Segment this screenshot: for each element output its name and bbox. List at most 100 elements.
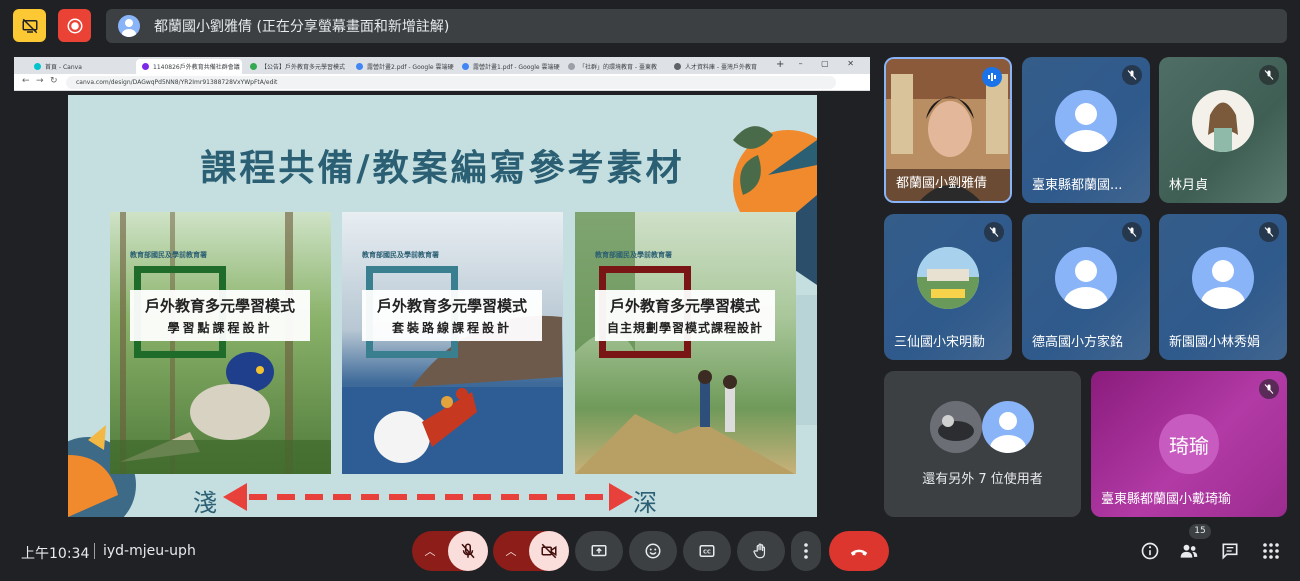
hide-self-view-button[interactable] (13, 9, 46, 42)
browser-tab[interactable]: 「社群」的環境教育 - 臺東教 (562, 59, 666, 74)
avatar (930, 401, 982, 453)
tab-favicon-icon (674, 63, 681, 70)
more-options-button[interactable] (791, 531, 821, 571)
emoji-icon (645, 543, 661, 559)
reload-icon[interactable]: ↻ (50, 76, 58, 86)
people-icon (1180, 544, 1198, 558)
participant-name: 臺東縣都蘭國... (1032, 178, 1123, 193)
book-publisher: 教育部國民及學前教育署 (362, 251, 439, 259)
new-tab-icon[interactable]: + (776, 59, 784, 70)
book-publisher: 教育部國民及學前教育署 (595, 251, 672, 259)
avatar (1192, 247, 1254, 310)
camera-toggle-button[interactable] (529, 531, 569, 571)
clock: 上午10:34 (21, 546, 90, 562)
microphone-control[interactable]: ︿ (412, 531, 488, 571)
browser-tab[interactable]: 首頁 - Canva (28, 59, 134, 74)
present-screen-icon (591, 545, 607, 557)
present-screen-button[interactable] (575, 531, 623, 571)
avatar (1055, 247, 1117, 310)
participant-name: 德高國小方家銘 (1032, 335, 1124, 350)
book-subtitle: 套裝路線課程設計 (391, 321, 512, 335)
mic-off-indicator (1259, 379, 1279, 399)
presenting-text: 都蘭國小劉雅倩 (正在分享螢幕畫面和新增註解) (154, 19, 450, 35)
presentation-banner: 都蘭國小劉雅倩 (正在分享螢幕畫面和新增註解) (106, 9, 1287, 43)
mic-off-icon (1264, 384, 1274, 394)
audio-wave-icon (988, 73, 996, 81)
leave-call-button[interactable] (829, 531, 889, 571)
double-arrow-icon (223, 483, 633, 511)
others-count-text: 還有另外 7 位使用者 (922, 472, 1043, 487)
apps-grid-icon (1263, 543, 1279, 559)
presenter-avatar (118, 15, 140, 37)
raise-hand-button[interactable] (737, 531, 785, 571)
book-cover-3: 教育部國民及學前教育署 戶外教育多元學習模式 自主規劃學習模式課程設計 (575, 212, 796, 474)
book-title: 戶外教育多元學習模式 (376, 297, 527, 315)
book-subtitle: 學習點課程設計 (167, 321, 273, 335)
participant-tile[interactable]: 琦瑜 臺東縣都蘭國小戴琦瑜 (1091, 371, 1287, 517)
recording-button[interactable] (58, 9, 91, 42)
forward-icon[interactable]: → (36, 76, 44, 86)
browser-tab[interactable]: 【公告】戶外教育多元學習模式 (244, 59, 348, 74)
closed-captions-icon: CC (699, 545, 715, 557)
person-icon (1064, 103, 1108, 153)
people-button[interactable] (1177, 539, 1201, 563)
book-cover-1: 教育部國民及學前教育署 戶外教育多元學習模式 學習點課程設計 (110, 212, 331, 474)
mic-off-icon (1264, 70, 1274, 80)
person-icon (1201, 260, 1245, 310)
book-title: 戶外教育多元學習模式 (609, 297, 760, 315)
other-participants-tile[interactable]: 還有另外 7 位使用者 (884, 371, 1081, 517)
tab-favicon-icon (250, 63, 257, 70)
browser-tab-active[interactable]: 1140826戶外教育共備社群會議 (136, 59, 242, 74)
photo-avatar (930, 401, 982, 453)
url-field[interactable]: canva.com/design/DAGwqPd5NN8/YR2Imr91388… (66, 76, 836, 89)
meeting-details-button[interactable] (1138, 539, 1162, 563)
participant-name: 都蘭國小劉雅倩 (896, 176, 988, 191)
browser-tab[interactable]: 人才資料庫 - 臺灣戶外教育 (668, 59, 772, 74)
window-controls-icon[interactable]: – ▢ ✕ (799, 59, 862, 68)
participant-count-badge: 15 (1189, 524, 1211, 539)
back-icon[interactable]: ← (22, 76, 30, 86)
activities-button[interactable] (1259, 539, 1283, 563)
book-title-box: 戶外教育多元學習模式 套裝路線課程設計 (362, 290, 542, 341)
participant-tile[interactable]: 新園國小林秀娟 (1159, 214, 1287, 360)
tab-favicon-icon (356, 63, 363, 70)
mic-off-indicator (1122, 65, 1142, 85)
no-display-icon (22, 18, 37, 33)
person-icon (990, 412, 1026, 453)
book-title-box: 戶外教育多元學習模式 自主規劃學習模式課程設計 (595, 290, 775, 341)
mic-off-indicator (1259, 65, 1279, 85)
chat-button[interactable] (1218, 539, 1242, 563)
browser-tab[interactable]: 露營計畫1.pdf - Google 雲端硬碟 (456, 59, 560, 74)
participant-name: 臺東縣都蘭國小戴琦瑜 (1101, 492, 1232, 507)
chevron-up-icon[interactable]: ︿ (493, 543, 529, 559)
participant-tile[interactable]: 德高國小方家銘 (1022, 214, 1150, 360)
school-photo-avatar (917, 247, 979, 310)
book-publisher: 教育部國民及學前教育署 (130, 251, 207, 259)
book-cover-2: 教育部國民及學前教育署 戶外教育多元學習模式 套裝路線課程設計 (342, 212, 563, 474)
meeting-code[interactable]: iyd-mjeu-uph (103, 543, 196, 559)
avatar (1192, 90, 1254, 153)
participant-tile[interactable]: 三仙國小宋明勳 (884, 214, 1012, 360)
mic-off-indicator (984, 222, 1004, 242)
participant-tile[interactable]: 臺東縣都蘭國... (1022, 57, 1150, 203)
depth-deep-label: 深 (633, 489, 657, 517)
avatar (917, 247, 979, 310)
initials-avatar: 琦瑜 (1159, 414, 1219, 474)
mic-toggle-button[interactable] (448, 531, 488, 571)
tab-favicon-icon (462, 63, 469, 70)
chevron-up-icon[interactable]: ︿ (412, 543, 448, 559)
participant-name: 新園國小林秀娟 (1169, 335, 1261, 350)
depth-shallow-label: 淺 (193, 489, 217, 517)
participant-tile[interactable]: 林月貞 (1159, 57, 1287, 203)
mic-off-icon (989, 227, 999, 237)
camera-control[interactable]: ︿ (493, 531, 569, 571)
reactions-button[interactable] (629, 531, 677, 571)
captions-button[interactable]: CC (683, 531, 731, 571)
browser-tab[interactable]: 露營計畫2.pdf - Google 雲端硬碟 (350, 59, 454, 74)
tab-favicon-icon (34, 63, 41, 70)
book-title: 戶外教育多元學習模式 (144, 297, 295, 315)
browser-address-bar: ← → ↻ canva.com/design/DAGwqPd5NN8/YR2Im… (14, 74, 870, 91)
avatar (982, 401, 1034, 453)
participant-tile-presenter[interactable]: 都蘭國小劉雅倩 (884, 57, 1012, 203)
divider (94, 543, 95, 559)
